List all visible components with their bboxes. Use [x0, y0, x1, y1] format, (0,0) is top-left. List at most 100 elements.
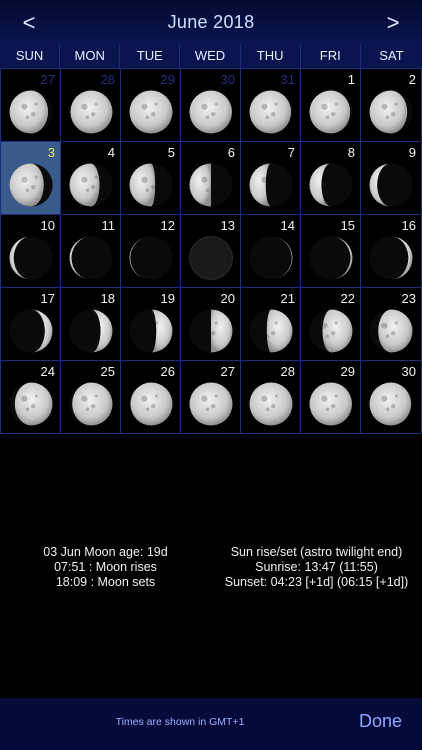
moon-phase-icon: [369, 309, 413, 353]
day-number: 5: [167, 145, 175, 160]
done-button[interactable]: Done: [359, 711, 402, 732]
calendar-day[interactable]: 25: [61, 361, 121, 433]
sunset-text: Sunset: 04:23 [+1d] (06:15 [+1d]): [224, 575, 409, 589]
calendar-day-selected[interactable]: 3: [0, 142, 61, 214]
calendar-day[interactable]: 1: [301, 69, 361, 141]
day-number: 27: [220, 364, 235, 379]
weekday-label: SUN: [0, 44, 61, 68]
calendar-day[interactable]: 18: [61, 288, 121, 360]
calendar-day[interactable]: 4: [61, 142, 121, 214]
calendar-day[interactable]: 29: [121, 69, 181, 141]
weekday-label: FRI: [301, 44, 361, 68]
next-month-button[interactable]: >: [378, 10, 408, 36]
calendar-day[interactable]: 12: [121, 215, 181, 287]
day-number: 29: [340, 364, 355, 379]
moon-phase-icon: [309, 309, 353, 353]
calendar-day[interactable]: 27: [0, 69, 61, 141]
calendar-week-row: 27 28 29 30 31 1 2: [0, 69, 422, 142]
day-number: 1: [347, 72, 355, 87]
sunrise-text: Sunrise: 13:47 (11:55): [255, 560, 378, 574]
calendar-day[interactable]: 16: [361, 215, 422, 287]
day-number: 3: [47, 145, 55, 160]
day-number: 24: [40, 364, 55, 379]
day-number: 8: [347, 145, 355, 160]
calendar-day[interactable]: 7: [241, 142, 301, 214]
moon-phase-icon: [369, 163, 413, 207]
moon-phase-icon: [249, 309, 293, 353]
calendar-day[interactable]: 30: [181, 69, 241, 141]
calendar-grid: 27 28 29 30 31 1 2 3 4 5 6 7 8 9 10 11 12 13 14 15 16 17 18 19 2…: [0, 68, 422, 434]
day-number: 20: [220, 291, 235, 306]
moon-phase-icon: [69, 90, 113, 134]
calendar-day[interactable]: 31: [241, 69, 301, 141]
weekday-label: SAT: [379, 48, 404, 63]
calendar-day[interactable]: 21: [241, 288, 301, 360]
moon-phase-icon: [9, 163, 53, 207]
calendar-day[interactable]: 27: [181, 361, 241, 433]
calendar-day[interactable]: 26: [121, 361, 181, 433]
moon-phase-icon: [129, 236, 173, 280]
calendar-day[interactable]: 30: [361, 361, 422, 433]
calendar-day[interactable]: 9: [361, 142, 422, 214]
calendar-day[interactable]: 11: [61, 215, 121, 287]
calendar-week-row: 17 18 19 20 21 22 23: [0, 288, 422, 361]
footer-bar: Times are shown in GMT+1 Done: [0, 698, 422, 750]
calendar-day[interactable]: 22: [301, 288, 361, 360]
moon-phase-icon: [69, 309, 113, 353]
day-number: 29: [160, 72, 175, 87]
day-number: 23: [401, 291, 416, 306]
weekday-label: TUE: [120, 44, 181, 68]
calendar-day[interactable]: 28: [61, 69, 121, 141]
day-number: 30: [220, 72, 235, 87]
day-number: 19: [160, 291, 175, 306]
day-number: 15: [340, 218, 355, 233]
moon-phase-icon: [309, 382, 353, 426]
moon-phase-icon: [369, 90, 413, 134]
moon-phase-icon: [9, 90, 53, 134]
calendar-day[interactable]: 17: [0, 288, 61, 360]
moon-phase-icon: [189, 382, 233, 426]
day-number: 6: [227, 145, 235, 160]
header-bar: < June 2018 >: [0, 0, 422, 44]
calendar-day[interactable]: 20: [181, 288, 241, 360]
day-number: 2: [408, 72, 416, 87]
calendar-day[interactable]: 28: [241, 361, 301, 433]
calendar-day[interactable]: 5: [121, 142, 181, 214]
day-number: 28: [100, 72, 115, 87]
calendar-day[interactable]: 23: [361, 288, 422, 360]
calendar-day[interactable]: 29: [301, 361, 361, 433]
calendar-day[interactable]: 15: [301, 215, 361, 287]
calendar-day[interactable]: 13: [181, 215, 241, 287]
day-number: 21: [280, 291, 295, 306]
moon-phase-icon: [309, 90, 353, 134]
day-number: 18: [100, 291, 115, 306]
day-number: 7: [287, 145, 295, 160]
calendar-day[interactable]: 2: [361, 69, 422, 141]
sun-info-panel: Sun rise/set (astro twilight end) Sunris…: [211, 545, 422, 590]
calendar-day[interactable]: 14: [241, 215, 301, 287]
moon-phase-icon: [369, 382, 413, 426]
calendar-week-row: 10 11 12 13 14 15 16: [0, 215, 422, 288]
weekday-header-row: SUN MON TUE WED THU FRI SAT: [0, 44, 422, 68]
moon-phase-icon: [189, 309, 233, 353]
day-number: 4: [107, 145, 115, 160]
day-number: 9: [408, 145, 416, 160]
moon-phase-icon: [129, 382, 173, 426]
day-number: 13: [220, 218, 235, 233]
day-number: 26: [160, 364, 175, 379]
calendar-week-row: 3 4 5 6 7 8 9: [0, 142, 422, 215]
calendar-day[interactable]: 8: [301, 142, 361, 214]
calendar-day[interactable]: 19: [121, 288, 181, 360]
calendar-day[interactable]: 6: [181, 142, 241, 214]
moon-phase-icon: [309, 163, 353, 207]
moon-phase-icon: [69, 382, 113, 426]
day-number: 12: [160, 218, 175, 233]
moon-phase-icon: [129, 309, 173, 353]
calendar-day[interactable]: 24: [0, 361, 61, 433]
day-number: 31: [280, 72, 295, 87]
moon-phase-icon: [129, 90, 173, 134]
calendar-day[interactable]: 10: [0, 215, 61, 287]
moon-age-text: 03 Jun Moon age: 19d: [43, 545, 168, 559]
day-number: 30: [401, 364, 416, 379]
month-title: June 2018: [167, 12, 255, 32]
